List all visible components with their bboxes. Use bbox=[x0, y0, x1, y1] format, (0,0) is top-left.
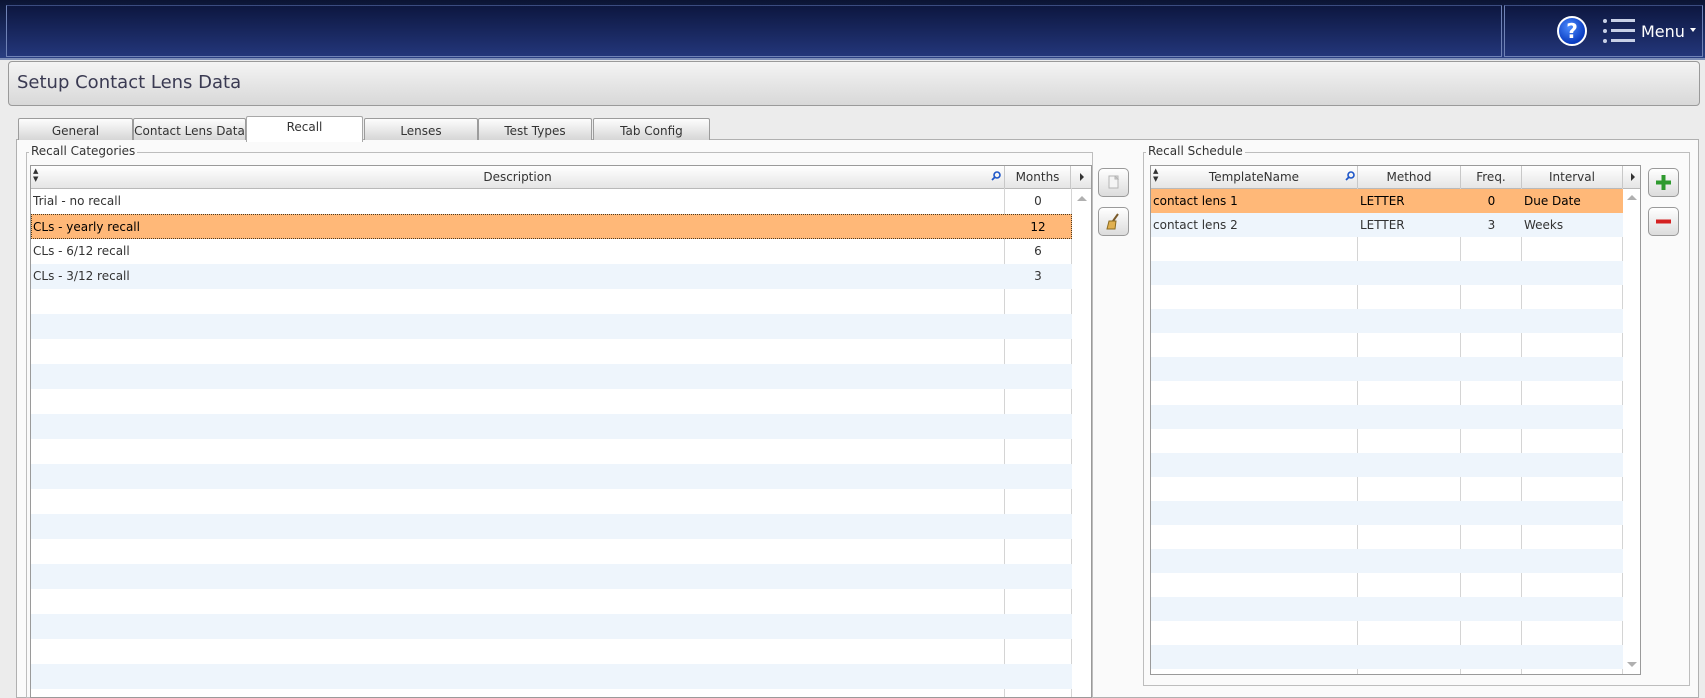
hamburger-menu-icon[interactable] bbox=[1603, 17, 1635, 47]
search-icon[interactable] bbox=[991, 171, 1001, 181]
empty-row bbox=[1151, 261, 1623, 285]
table-row[interactable]: CLs - 3/12 recall 3 bbox=[31, 264, 1072, 289]
help-question-icon[interactable]: ? bbox=[1557, 16, 1587, 46]
empty-row bbox=[1151, 453, 1623, 477]
plus-icon bbox=[1656, 175, 1671, 190]
empty-row bbox=[1151, 309, 1623, 333]
minus-icon bbox=[1656, 219, 1671, 224]
recall-schedule-grid[interactable]: ▲ ▼ TemplateName Method Freq. Interval co… bbox=[1150, 165, 1641, 675]
copy-document-icon bbox=[1108, 175, 1120, 189]
search-icon[interactable] bbox=[1345, 171, 1355, 181]
copy-button[interactable] bbox=[1098, 168, 1129, 197]
empty-row bbox=[31, 464, 1072, 489]
page-title: Setup Contact Lens Data bbox=[17, 72, 242, 93]
column-header-templatename[interactable]: ▲ ▼ TemplateName bbox=[1151, 166, 1358, 188]
column-header-method[interactable]: Method bbox=[1358, 166, 1461, 188]
empty-row bbox=[31, 314, 1072, 339]
scroll-right-arrow-icon[interactable] bbox=[1080, 173, 1084, 181]
remove-schedule-button[interactable] bbox=[1648, 207, 1679, 236]
column-header-months[interactable]: Months bbox=[1005, 166, 1071, 188]
title-bar: Setup Contact Lens Data bbox=[8, 61, 1700, 106]
scroll-right-arrow-icon[interactable] bbox=[1631, 173, 1635, 181]
column-header-interval[interactable]: Interval bbox=[1522, 166, 1623, 188]
menu-caret-icon[interactable] bbox=[1690, 28, 1696, 32]
empty-row bbox=[1151, 405, 1623, 429]
scroll-up-icon[interactable] bbox=[1627, 195, 1637, 200]
add-schedule-button[interactable] bbox=[1648, 168, 1679, 197]
menu-button[interactable]: Menu bbox=[1641, 22, 1685, 41]
sort-icon[interactable]: ▲ ▼ bbox=[33, 167, 38, 183]
banner-left-pane bbox=[6, 5, 1502, 57]
column-header-freq[interactable]: Freq. bbox=[1461, 166, 1522, 188]
tab-general[interactable]: General bbox=[18, 118, 133, 140]
top-banner bbox=[0, 0, 1705, 60]
grid-header: ▲ ▼ Description Months bbox=[31, 166, 1091, 189]
scroll-up-icon[interactable] bbox=[1077, 196, 1087, 201]
recall-schedule-label: Recall Schedule bbox=[1146, 144, 1245, 158]
empty-row bbox=[31, 364, 1072, 389]
empty-row bbox=[1151, 597, 1623, 621]
table-row-selected[interactable]: CLs - yearly recall 12 bbox=[31, 214, 1072, 239]
tab-test-types[interactable]: Test Types bbox=[478, 118, 592, 140]
recall-categories-label: Recall Categories bbox=[29, 144, 138, 158]
table-row[interactable]: Trial - no recall 0 bbox=[31, 189, 1091, 214]
grid-header: ▲ ▼ TemplateName Method Freq. Interval bbox=[1151, 166, 1640, 189]
tab-lenses[interactable]: Lenses bbox=[364, 118, 478, 140]
tab-recall[interactable]: Recall bbox=[246, 116, 363, 142]
recall-categories-grid[interactable]: ▲ ▼ Description Months Trial - no recall … bbox=[30, 165, 1092, 698]
table-row[interactable]: CLs - 6/12 recall 6 bbox=[31, 239, 1091, 264]
empty-row bbox=[31, 514, 1072, 539]
empty-row bbox=[1151, 549, 1623, 573]
broom-clear-icon bbox=[1106, 213, 1119, 230]
table-row[interactable]: contact lens 2 LETTER 3 Weeks bbox=[1151, 213, 1623, 237]
empty-row bbox=[1151, 501, 1623, 525]
tab-contact-lens-data[interactable]: Contact Lens Data bbox=[133, 118, 246, 140]
tab-tab-config[interactable]: Tab Config bbox=[593, 118, 710, 140]
table-row-selected[interactable]: contact lens 1 LETTER 0 Due Date bbox=[1151, 189, 1623, 214]
empty-row bbox=[31, 614, 1072, 639]
scroll-down-icon[interactable] bbox=[1627, 662, 1637, 667]
clear-button[interactable] bbox=[1098, 207, 1129, 236]
empty-row bbox=[1151, 645, 1623, 669]
sort-icon[interactable]: ▲ ▼ bbox=[1153, 167, 1158, 183]
empty-row bbox=[1151, 357, 1623, 381]
empty-row bbox=[31, 664, 1072, 689]
empty-row bbox=[31, 414, 1072, 439]
column-header-description[interactable]: ▲ ▼ Description bbox=[31, 166, 1005, 188]
empty-row bbox=[31, 564, 1072, 589]
